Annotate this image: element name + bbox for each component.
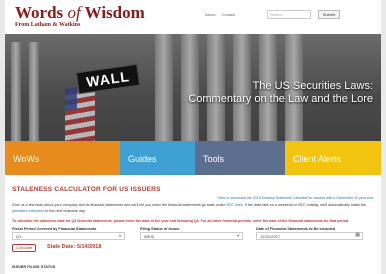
logo-title: Words of Wisdom: [15, 3, 145, 22]
instruction-text: To calculate the staleness date for Q3 f…: [12, 219, 350, 223]
intro-text: Give us a few facts about your company a…: [12, 203, 366, 213]
date-input[interactable]: 12/31/2017 ▦: [256, 232, 363, 240]
page-title: STALENESS CALCULATOR FOR US ISSUERS: [12, 186, 161, 193]
contact-link[interactable]: Contact: [221, 12, 235, 17]
filing-status-label: Filing Status of Issuer: [140, 227, 180, 231]
nav-tile-client-alerts[interactable]: Client Alerts: [285, 141, 381, 175]
site-header: Words of Wisdom From Latham & Watkins Ab…: [5, 0, 381, 34]
hero-title: The US Securities Laws: Commentary on th…: [188, 80, 373, 106]
download-calendar-link[interactable]: View or download the 2018 Desktop Stalen…: [217, 196, 374, 200]
sec-rules-link[interactable]: SEC rules: [226, 203, 243, 207]
nav-tile-wows[interactable]: WoWs: [5, 141, 120, 175]
chevron-down-icon: ▾: [236, 233, 239, 238]
fiscal-period-label: Fiscal Period Covered by Financial State…: [12, 227, 97, 231]
calendar-icon[interactable]: ▦: [355, 233, 360, 238]
logo-subtitle: From Latham & Watkins: [15, 22, 81, 28]
date-label: Date of Financial Statements to Be Inclu…: [256, 227, 336, 231]
submit-button[interactable]: Submit: [318, 10, 340, 19]
chevron-down-icon: ▾: [118, 233, 121, 238]
permitted-extension-link[interactable]: permitted extension: [12, 209, 44, 213]
calculate-button[interactable]: Calculate: [12, 244, 36, 252]
filing-status-select[interactable]: WKSI ▾: [140, 232, 243, 240]
hero-title-line1: The US Securities Laws:: [252, 80, 373, 92]
filing-status-heading: ISSUER FILING STATUS: [12, 265, 56, 269]
wall-street-sign: WALL: [75, 63, 141, 95]
calculator-section: STALENESS CALCULATOR FOR US ISSUERS View…: [5, 175, 381, 274]
fiscal-period-select[interactable]: Q1 ▾: [12, 232, 125, 240]
about-link[interactable]: About: [205, 12, 215, 17]
stale-date-result: Stale Date: 5/14/2018: [47, 244, 102, 250]
search-input[interactable]: Search: [267, 10, 311, 19]
flag-canton-graphic: [65, 86, 77, 112]
logo[interactable]: Words of Wisdom From Latham & Watkins: [15, 4, 145, 28]
nav-tile-tools[interactable]: Tools: [195, 141, 285, 175]
nav-tile-guides[interactable]: Guides: [120, 141, 195, 175]
page: Words of Wisdom From Latham & Watkins Ab…: [5, 0, 381, 274]
top-links: About Contact: [205, 12, 241, 17]
hero-title-line2: Commentary on the Law and the Lore: [188, 93, 373, 105]
